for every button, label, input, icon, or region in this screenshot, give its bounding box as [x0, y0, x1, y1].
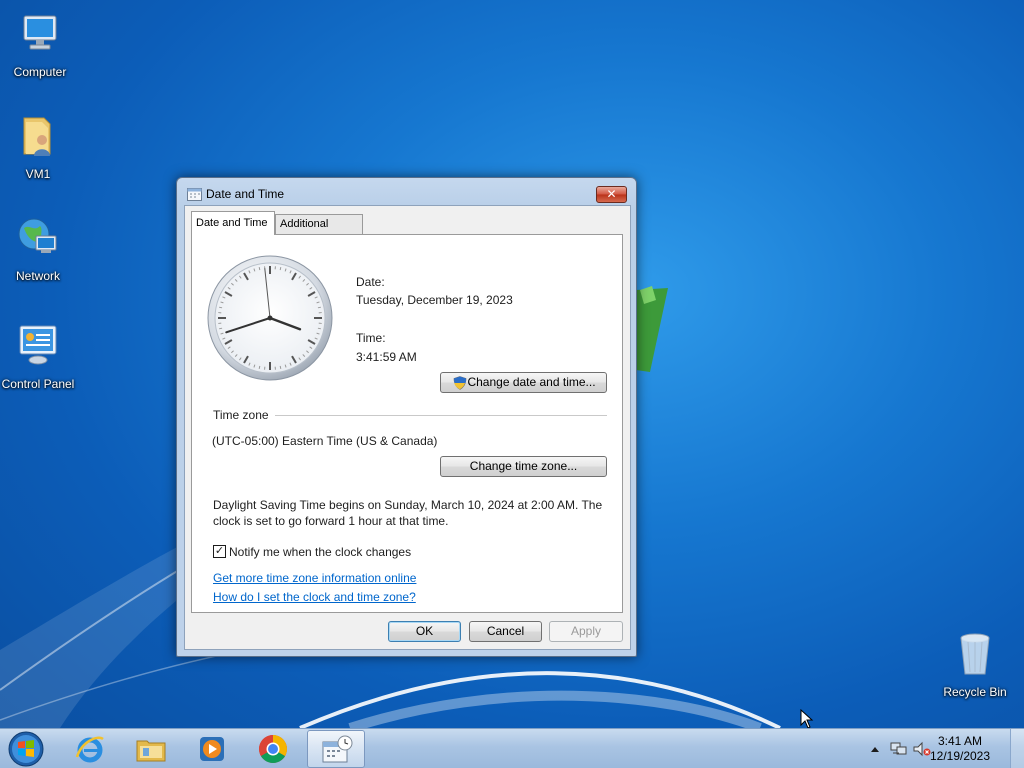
taskbar: 3:41 AM 12/19/2023	[0, 728, 1024, 768]
desktop-icon-label: VM1	[25, 167, 51, 181]
uac-shield-icon	[453, 376, 467, 390]
tab-additional-clocks[interactable]: Additional Clocks	[275, 214, 363, 249]
desktop-icon-network[interactable]: Network	[0, 214, 78, 283]
recycle-bin-icon	[960, 633, 990, 675]
close-button[interactable]: ✕	[596, 186, 627, 203]
desktop-icon-label: Control Panel	[1, 377, 75, 391]
dst-info-line-1: Daylight Saving Time begins on Sunday, M…	[213, 498, 603, 512]
clock-minute-tick	[317, 327, 321, 330]
change-time-zone-button[interactable]: Change time zone...	[440, 456, 607, 477]
desktop-icon-label: Computer	[13, 65, 67, 79]
date-label: Date:	[356, 275, 385, 289]
title-bar[interactable]: Date and Time ✕	[177, 178, 636, 208]
mouse-cursor-icon	[800, 709, 814, 729]
taskbar-chrome[interactable]	[244, 730, 302, 768]
ok-button[interactable]: OK	[388, 621, 461, 642]
explorer-folder-icon	[136, 740, 166, 762]
time-label: Time:	[356, 331, 386, 345]
desktop-icon-vm1[interactable]: VM1	[0, 112, 78, 181]
tray-clock-time: 3:41 AM	[937, 734, 983, 748]
taskbar-media-player[interactable]	[183, 730, 241, 768]
tray-clock[interactable]: 3:41 AM 12/19/2023	[925, 734, 995, 764]
show-desktop-button[interactable]	[1010, 729, 1024, 768]
notify-checkbox-label[interactable]: Notify me when the clock changes	[229, 545, 411, 559]
date-value: Tuesday, December 19, 2023	[356, 293, 513, 307]
dst-info-line-2: clock is set to go forward 1 hour at tha…	[213, 514, 449, 528]
calendar-clock-icon	[187, 188, 202, 201]
network-icon	[18, 218, 57, 253]
desktop-icon-label: Network	[15, 269, 60, 283]
tab-label: Date and Time	[196, 217, 268, 229]
control-panel-icon	[19, 325, 57, 365]
time-value: 3:41:59 AM	[356, 350, 417, 364]
timezone-heading: Time zone	[213, 408, 269, 422]
computer-icon	[23, 15, 57, 50]
cancel-button[interactable]: Cancel	[469, 621, 542, 642]
internet-explorer-icon	[75, 736, 104, 763]
desktop-icon-recycle-bin[interactable]: Recycle Bin	[935, 630, 1015, 699]
clock-minute-tick	[258, 267, 261, 271]
taskbar-date-time[interactable]	[307, 730, 365, 768]
clock-minute-tick	[219, 306, 223, 309]
button-label: Change date and time...	[467, 375, 596, 389]
change-date-time-button[interactable]: Change date and time...	[440, 372, 607, 393]
more-timezone-info-link[interactable]: Get more time zone information online	[213, 571, 416, 585]
clock-minute-tick	[279, 267, 282, 271]
button-label: OK	[415, 624, 434, 638]
network-tray-icon[interactable]	[890, 741, 908, 757]
button-label: Cancel	[486, 624, 525, 638]
timezone-divider	[275, 415, 607, 416]
dialog-body: Date and Time Additional Clocks	[184, 205, 631, 650]
taskbar-internet-explorer[interactable]	[61, 730, 119, 768]
taskbar-windows-explorer[interactable]	[122, 730, 180, 768]
tab-date-and-time[interactable]: Date and Time	[191, 211, 275, 235]
clock-minute-tick	[219, 327, 223, 330]
clock-minute-tick	[279, 365, 282, 369]
media-player-icon	[200, 737, 224, 761]
start-button[interactable]	[5, 730, 47, 768]
show-hidden-icons-icon[interactable]	[870, 745, 880, 753]
apply-button[interactable]: Apply	[549, 621, 623, 642]
button-label: Apply	[570, 624, 602, 638]
desktop-icon-computer[interactable]: Computer	[0, 10, 80, 79]
date-time-dialog[interactable]: Date and Time ✕ Date and Time Additional…	[176, 177, 637, 657]
dialog-title: Date and Time	[206, 187, 285, 201]
chrome-icon	[259, 735, 287, 763]
clock-minute-tick	[317, 306, 321, 309]
notify-checkbox[interactable]: ✓	[213, 545, 226, 558]
desktop-icon-control-panel[interactable]: Control Panel	[0, 322, 78, 391]
user-folder-icon	[23, 117, 51, 156]
desktop-icon-label: Recycle Bin	[943, 685, 1007, 699]
date-time-icon	[322, 735, 353, 763]
clock-minute-tick	[258, 365, 261, 369]
tab-panel: Date: Tuesday, December 19, 2023 Time: 3…	[191, 234, 623, 613]
how-set-clock-link[interactable]: How do I set the clock and time zone?	[213, 590, 416, 604]
analog-clock	[207, 255, 333, 381]
button-label: Change time zone...	[469, 459, 578, 473]
timezone-value: (UTC-05:00) Eastern Time (US & Canada)	[212, 434, 438, 448]
tray-clock-date: 12/19/2023	[929, 749, 991, 763]
